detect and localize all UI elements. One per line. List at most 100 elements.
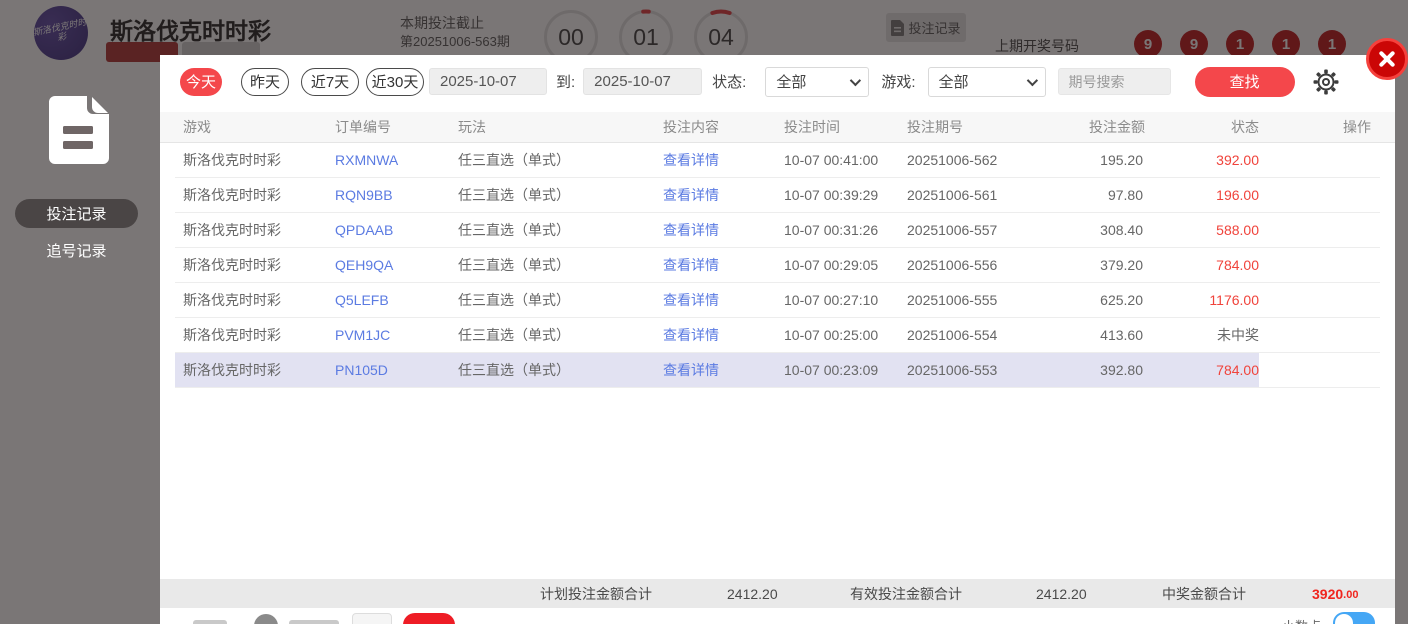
cell-status: 784.00	[1216, 362, 1259, 378]
cell-amount: 392.80	[1100, 362, 1143, 378]
toggle-knob	[1335, 614, 1353, 624]
cell-order: PVM1JC	[335, 327, 391, 343]
cell-period: 20251006-557	[907, 222, 998, 238]
column-header: 游戏	[183, 119, 211, 135]
table-row[interactable]: 斯洛伐克时时彩 RQN9BB 任三直选（单式） 查看详情 10-07 00:39:29 2…	[175, 178, 1380, 213]
sidebar-item-bet-records[interactable]: 投注记录	[15, 199, 138, 228]
cell-period: 20251006-555	[907, 292, 998, 308]
plan-total-value: 2412.20	[727, 585, 778, 602]
cell-period: 20251006-556	[907, 257, 998, 273]
cell-status: 196.00	[1216, 187, 1259, 203]
column-header: 投注内容	[663, 119, 719, 135]
cell-time: 10-07 00:27:10	[784, 292, 879, 308]
cell-game: 斯洛伐克时时彩	[183, 222, 281, 238]
status-select[interactable]: 全部	[765, 66, 870, 97]
table-row[interactable]: 斯洛伐克时时彩 QPDAAB 任三直选（单式） 查看详情 10-07 00:31:26 2…	[175, 213, 1380, 248]
cell-amount: 97.80	[1107, 187, 1143, 203]
cell-play: 任三直选（单式）	[458, 257, 570, 273]
table-row[interactable]: 斯洛伐克时时彩 Q5LEFB 任三直选（单式） 查看详情 10-07 00:27:10 2…	[175, 283, 1380, 318]
cell-play: 任三直选（单式）	[458, 292, 570, 308]
cell-content[interactable]: 查看详情	[655, 255, 776, 275]
cell-period: 20251006-554	[907, 327, 998, 343]
game-select[interactable]: 全部	[927, 66, 1046, 97]
date-to-input[interactable]	[583, 68, 703, 95]
cell-play: 任三直选（单式）	[458, 222, 570, 238]
column-header: 投注期号	[907, 119, 963, 135]
status-select-value: 全部	[776, 74, 807, 91]
cell-amount: 308.40	[1100, 222, 1143, 238]
cell-order: RQN9BB	[335, 187, 393, 203]
cell-play: 任三直选（单式）	[458, 152, 570, 168]
valid-total-label: 有效投注金额合计	[850, 585, 962, 602]
filter-bar: 今天昨天近7天近30天 到: 状态: 全部 游戏: 全部 查找	[160, 55, 1395, 108]
table-body: 斯洛伐克时时彩 RXMNWA 任三直选（单式） 查看详情 10-07 00:41:00 2…	[160, 143, 1395, 388]
screen: 斯洛伐克时时彩 斯洛伐克时时彩 本期投注截止 第20251006-563期 00…	[0, 0, 1408, 624]
date-to-label: 到:	[556, 74, 576, 91]
column-header: 投注时间	[784, 119, 840, 135]
cell-period: 20251006-562	[907, 152, 998, 168]
cell-status: 未中奖	[1217, 327, 1259, 343]
quick-filter-0[interactable]: 今天	[180, 67, 222, 96]
page-jump-input[interactable]	[352, 613, 392, 624]
cell-time: 10-07 00:29:05	[784, 257, 879, 273]
records-doc-icon	[49, 96, 109, 164]
bet-records-modal: 今天昨天近7天近30天 到: 状态: 全部 游戏: 全部 查找	[160, 55, 1395, 624]
cell-time: 10-07 00:41:00	[784, 152, 879, 168]
cell-game: 斯洛伐克时时彩	[183, 152, 281, 168]
period-search-input[interactable]	[1057, 68, 1171, 95]
pagination-text	[289, 620, 339, 624]
chevron-down-icon	[1026, 74, 1038, 86]
cell-amount: 195.20	[1100, 152, 1143, 168]
chevron-down-icon	[850, 74, 862, 86]
table-row[interactable]: 斯洛伐克时时彩 PN105D 任三直选（单式） 查看详情 10-07 00:23:09 2…	[175, 353, 1380, 388]
cell-game: 斯洛伐克时时彩	[183, 362, 281, 378]
cell-content[interactable]: 查看详情	[655, 185, 776, 205]
cell-time: 10-07 00:39:29	[784, 187, 879, 203]
cell-play: 任三直选（单式）	[458, 327, 570, 343]
settings-gear-icon[interactable]	[1313, 69, 1339, 95]
close-modal-button[interactable]	[1366, 38, 1408, 80]
cell-amount: 625.20	[1100, 292, 1143, 308]
cell-play: 任三直选（单式）	[458, 187, 570, 203]
quick-filter-1[interactable]: 昨天	[241, 67, 289, 96]
date-from-input[interactable]	[429, 68, 547, 95]
column-header: 订单编号	[335, 119, 391, 135]
cell-content[interactable]: 查看详情	[655, 360, 776, 380]
cell-game: 斯洛伐克时时彩	[183, 292, 281, 308]
cell-content[interactable]: 查看详情	[655, 290, 776, 310]
pagination-bar: 小数点	[160, 608, 1395, 624]
cell-content[interactable]: 查看详情	[655, 220, 776, 240]
table-row[interactable]: 斯洛伐克时时彩 QEH9QA 任三直选（单式） 查看详情 10-07 00:29:05 2…	[175, 248, 1380, 283]
sidebar-item-chase-records[interactable]: 追号记录	[15, 236, 138, 265]
cell-order: QPDAAB	[335, 222, 394, 238]
cell-content[interactable]: 查看详情	[655, 150, 776, 170]
totals-bar: 计划投注金额合计 2412.20 有效投注金额合计 2412.20 中奖金额合计…	[160, 579, 1395, 608]
cell-status: 392.00	[1216, 152, 1259, 168]
cell-amount: 413.60	[1100, 327, 1143, 343]
page-jump-button[interactable]	[403, 613, 455, 624]
cell-time: 10-07 00:23:09	[784, 362, 879, 378]
column-header: 玩法	[458, 119, 486, 135]
cell-status: 588.00	[1216, 222, 1259, 238]
table-row[interactable]: 斯洛伐克时时彩 RXMNWA 任三直选（单式） 查看详情 10-07 00:41:00 2…	[175, 143, 1380, 178]
decimal-toggle[interactable]	[1333, 612, 1375, 624]
game-filter-label: 游戏:	[881, 74, 916, 91]
quick-filter-3[interactable]: 近30天	[366, 67, 424, 96]
page-number-button[interactable]	[254, 614, 278, 624]
cell-time: 10-07 00:25:00	[784, 327, 879, 343]
table-row[interactable]: 斯洛伐克时时彩 PVM1JC 任三直选（单式） 查看详情 10-07 00:25:00 2…	[175, 318, 1380, 353]
column-header: 操作	[1343, 119, 1371, 135]
cell-period: 20251006-561	[907, 187, 998, 203]
win-total-value: 3920.00	[1312, 585, 1359, 602]
quick-filter-2[interactable]: 近7天	[301, 67, 359, 96]
cell-game: 斯洛伐克时时彩	[183, 327, 281, 343]
cell-status: 784.00	[1216, 257, 1259, 273]
cell-time: 10-07 00:31:26	[784, 222, 879, 238]
cell-content[interactable]: 查看详情	[655, 325, 776, 345]
win-total-label: 中奖金额合计	[1162, 585, 1246, 602]
valid-total-value: 2412.20	[1036, 585, 1087, 602]
table-header: 游戏 订单编号 玩法 投注内容 投注时间 投注期号 投注金额 状态 操作	[160, 112, 1395, 143]
cell-order: PN105D	[335, 362, 388, 378]
search-button[interactable]: 查找	[1194, 66, 1295, 97]
cell-status: 1176.00	[1209, 292, 1259, 308]
